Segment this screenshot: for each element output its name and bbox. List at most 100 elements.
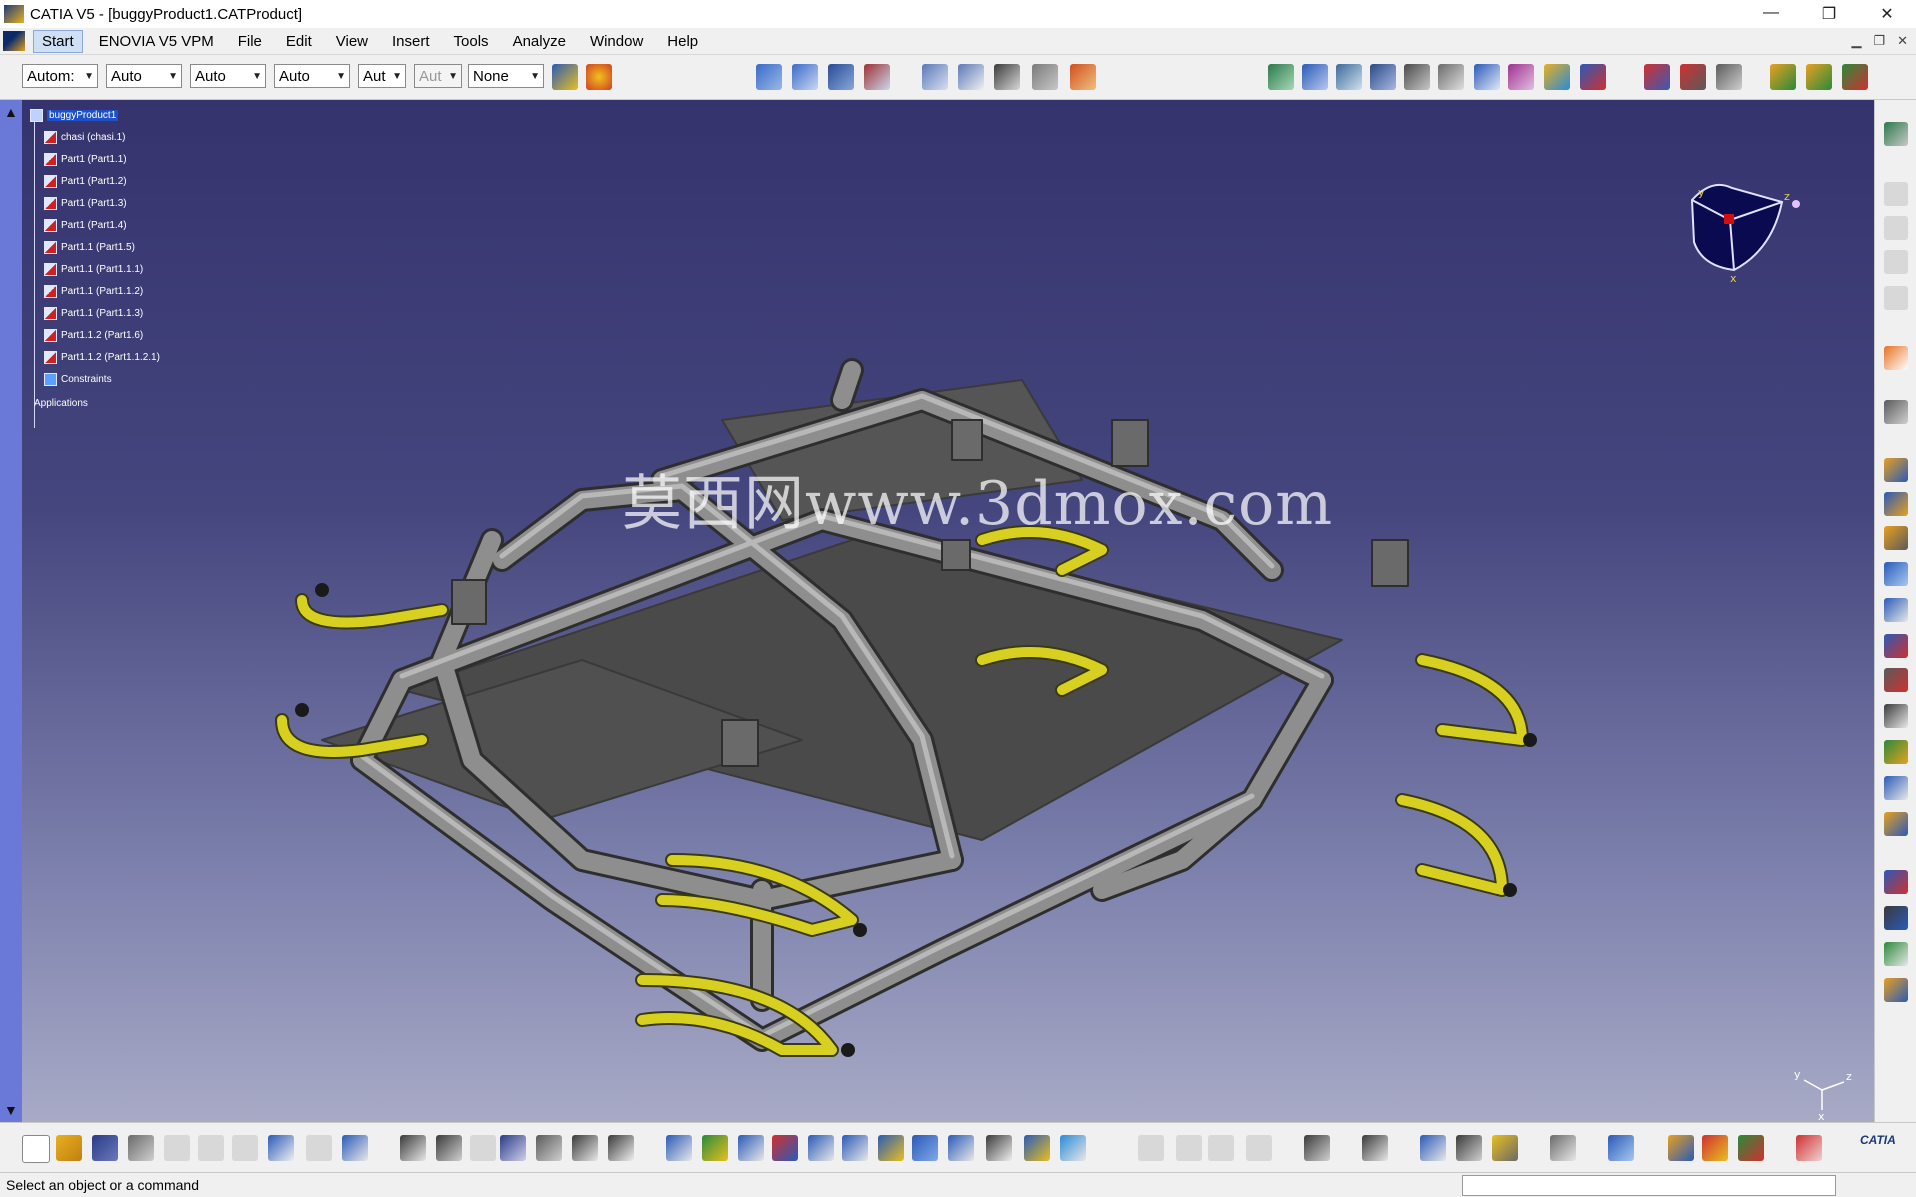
menu-help[interactable]: Help	[659, 31, 706, 52]
constraint-icon-4[interactable]	[1370, 64, 1396, 90]
command-input[interactable]	[1462, 1175, 1836, 1196]
format-painter-icon[interactable]	[552, 64, 578, 90]
clash-icon[interactable]	[1680, 64, 1706, 90]
explode-icon[interactable]	[1644, 64, 1670, 90]
constraint-icon-9[interactable]	[1580, 64, 1606, 90]
3d-viewport[interactable]: buggyProduct1 chasi (chasi.1) Part1 (Par…	[22, 100, 1874, 1122]
section-icon[interactable]	[1032, 64, 1058, 90]
bom-icon[interactable]	[1716, 64, 1742, 90]
snap-grid-icon[interactable]	[1796, 1135, 1822, 1161]
measure-icon[interactable]	[1070, 64, 1096, 90]
color-combo[interactable]: Autom: ▼	[22, 64, 98, 88]
product-icon-3[interactable]	[828, 64, 854, 90]
new-file-icon[interactable]	[22, 1135, 50, 1163]
move-icon[interactable]	[922, 64, 948, 90]
doc-restore-icon[interactable]: ❐	[1873, 33, 1885, 49]
tool-icon-9[interactable]	[1884, 740, 1908, 764]
table-icon[interactable]	[500, 1135, 526, 1161]
minimize-button[interactable]: —	[1742, 4, 1800, 24]
select-arrow-icon[interactable]	[1884, 346, 1908, 370]
catalog-icon[interactable]	[1362, 1135, 1388, 1161]
scroll-up-icon[interactable]: ▲	[4, 104, 18, 120]
zoom-in-icon[interactable]	[808, 1135, 834, 1161]
constraint-icon-5[interactable]	[1404, 64, 1430, 90]
constraint-icon-3[interactable]	[1336, 64, 1362, 90]
annotation-icon[interactable]	[958, 64, 984, 90]
doc-close-icon[interactable]: ✕	[1897, 33, 1908, 49]
knowledge-icon[interactable]	[436, 1135, 462, 1161]
menu-enovia[interactable]: ENOVIA V5 VPM	[91, 31, 222, 52]
multi-view-icon[interactable]	[912, 1135, 938, 1161]
manipulate-icon[interactable]	[1884, 400, 1908, 424]
insert-product-icon[interactable]	[1806, 64, 1832, 90]
tool-icon-1[interactable]	[1884, 458, 1908, 482]
apply-material-icon[interactable]	[1702, 1135, 1728, 1161]
tool-icon-15[interactable]	[1884, 978, 1908, 1002]
insert-part-icon[interactable]	[1842, 64, 1868, 90]
tree-expand-icon[interactable]	[536, 1135, 562, 1161]
line-type-combo[interactable]: Auto ▼	[274, 64, 350, 88]
product-icon-1[interactable]	[756, 64, 782, 90]
tree-scrollbar[interactable]: ▲ ▼	[0, 100, 22, 1122]
rotate-icon[interactable]	[772, 1135, 798, 1161]
update-all-icon[interactable]	[1550, 1135, 1576, 1161]
print-icon[interactable]	[128, 1135, 154, 1161]
formula-icon[interactable]	[400, 1135, 426, 1161]
tool-icon-3[interactable]	[1884, 526, 1908, 550]
point-type-combo[interactable]: Aut ▼	[358, 64, 406, 88]
tool-icon-10[interactable]	[1884, 776, 1908, 800]
fit-all-icon[interactable]	[702, 1135, 728, 1161]
swap-space-icon[interactable]	[1060, 1135, 1086, 1161]
tool-icon-13[interactable]	[1884, 906, 1908, 930]
lock-icon[interactable]	[572, 1135, 598, 1161]
capture-camera-icon[interactable]	[1304, 1135, 1330, 1161]
product-icon-4[interactable]	[864, 64, 890, 90]
tool-icon-7[interactable]	[1884, 668, 1908, 692]
render-style-icon[interactable]	[986, 1135, 1012, 1161]
tool-icon-4[interactable]	[1884, 562, 1908, 586]
undo-icon[interactable]	[268, 1135, 294, 1161]
flag-note-icon[interactable]	[994, 64, 1020, 90]
zoom-out-icon[interactable]	[842, 1135, 868, 1161]
menu-insert[interactable]: Insert	[384, 31, 438, 52]
menu-edit[interactable]: Edit	[278, 31, 320, 52]
tool-icon-6[interactable]	[1884, 634, 1908, 658]
menu-file[interactable]: File	[230, 31, 270, 52]
whats-this-icon[interactable]	[342, 1135, 368, 1161]
open-file-icon[interactable]	[56, 1135, 82, 1161]
measure-inertia-icon[interactable]	[1492, 1135, 1518, 1161]
scroll-down-icon[interactable]: ▼	[4, 1102, 18, 1118]
assembly-constraint-icon[interactable]	[1884, 122, 1908, 146]
product-icon-2[interactable]	[792, 64, 818, 90]
menu-window[interactable]: Window	[582, 31, 651, 52]
catia-logo-icon[interactable]	[3, 31, 25, 51]
save-icon[interactable]	[92, 1135, 118, 1161]
menu-view[interactable]: View	[328, 31, 376, 52]
tool-icon-12[interactable]	[1884, 870, 1908, 894]
constraint-icon-8[interactable]	[1508, 64, 1534, 90]
graphic-properties-icon[interactable]	[586, 64, 612, 90]
tool-icon-2[interactable]	[1884, 492, 1908, 516]
fly-mode-icon[interactable]	[666, 1135, 692, 1161]
hide-show-icon[interactable]	[1024, 1135, 1050, 1161]
menu-start[interactable]: Start	[33, 29, 83, 53]
buggy-frame-model[interactable]	[22, 100, 1874, 1122]
iso-view-icon[interactable]	[948, 1135, 974, 1161]
update-icon[interactable]	[1544, 64, 1570, 90]
normal-view-icon[interactable]	[878, 1135, 904, 1161]
constraint-icon-6[interactable]	[1438, 64, 1464, 90]
tool-icon-11[interactable]	[1884, 812, 1908, 836]
constraint-icon-7[interactable]	[1474, 64, 1500, 90]
parameters-icon[interactable]	[608, 1135, 634, 1161]
menu-tools[interactable]: Tools	[446, 31, 497, 52]
tool-icon-8[interactable]	[1884, 704, 1908, 728]
insert-component-icon[interactable]	[1770, 64, 1796, 90]
doc-minimize-icon[interactable]: ▁	[1851, 33, 1861, 49]
material-icon[interactable]	[1668, 1135, 1694, 1161]
close-button[interactable]: ✕	[1858, 4, 1916, 24]
menu-analyze[interactable]: Analyze	[505, 31, 574, 52]
measure-between-icon[interactable]	[1420, 1135, 1446, 1161]
grid-material-icon[interactable]	[1738, 1135, 1764, 1161]
constraint-icon-1[interactable]	[1268, 64, 1294, 90]
restore-button[interactable]: ❐	[1800, 4, 1858, 24]
